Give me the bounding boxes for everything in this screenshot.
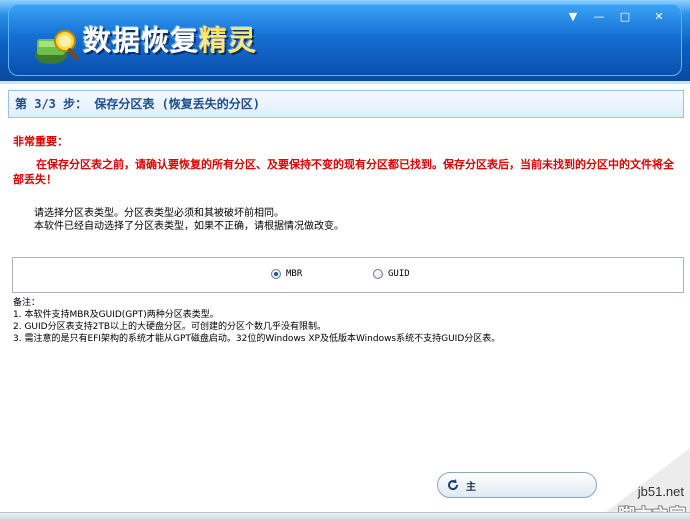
status-bar [0, 512, 690, 521]
instruction-line: 请选择分区表类型。分区表类型必须和其被破坏前相同。 [34, 208, 284, 219]
minimize-button[interactable]: — [588, 8, 610, 24]
radio-mbr-label: MBR [286, 269, 303, 279]
menu-dropdown-button[interactable]: ▼ [562, 8, 584, 24]
app-window: 数据恢复精灵 数据恢复精灵 ▼ — □ ✕ 第 3/3 步： 保存分区表 (恢复… [0, 0, 690, 521]
important-title: 非常重要： [13, 135, 68, 148]
partition-type-panel: MBR GUID [12, 257, 684, 293]
app-title-reflection-accent: 精灵 [199, 33, 258, 49]
important-warning: 在保存分区表之前，请确认要恢复的所有分区、及要保持不变的现有分区都已找到。保存分… [13, 158, 674, 186]
note-item: 2. GUID分区表支持2TB以上的大硬盘分区。可创建的分区个数几乎没有限制。 [13, 322, 326, 332]
app-title-reflection-main: 数据恢复 [83, 33, 200, 49]
app-title-reflection: 数据恢复精灵 [83, 33, 257, 51]
title-bar: 数据恢复精灵 数据恢复精灵 ▼ — □ ✕ [0, 0, 690, 84]
site-watermark: jb51.net 脚本之家 [580, 440, 690, 521]
chevron-down-icon: ▼ [568, 9, 578, 23]
note-item: 3. 需注意的是只有EFI架构的系统才能从GPT磁盘启动。32位的Windows… [13, 334, 501, 344]
radio-selected-icon[interactable] [271, 269, 281, 279]
notes: 备注： 1. 本软件支持MBR及GUID(GPT)两种分区表类型。 2. GUI… [13, 297, 500, 345]
maximize-icon: □ [619, 9, 631, 23]
radio-mbr[interactable]: MBR [271, 269, 302, 279]
note-item: 1. 本软件支持MBR及GUID(GPT)两种分区表类型。 [13, 310, 219, 320]
maximize-button[interactable]: □ [614, 8, 636, 24]
back-arrow-icon [448, 479, 459, 491]
notes-title: 备注： [13, 298, 41, 308]
app-logo-icon [35, 30, 79, 64]
main-button-label: 主 [466, 481, 476, 493]
close-button[interactable]: ✕ [648, 8, 670, 24]
instruction-line: 本软件已经自动选择了分区表类型，如果不正确，请根据情况做改变。 [34, 221, 344, 232]
instructions: 请选择分区表类型。分区表类型必须和其被破坏前相同。 本软件已经自动选择了分区表类… [34, 207, 344, 233]
radio-unselected-icon[interactable] [373, 269, 383, 279]
radio-guid[interactable]: GUID [373, 269, 410, 279]
radio-guid-label: GUID [388, 269, 410, 279]
main-button[interactable]: 主 [437, 472, 597, 498]
watermark-url: jb51.net [637, 484, 684, 499]
step-heading: 第 3/3 步： 保存分区表 (恢复丢失的分区) [8, 90, 684, 118]
close-icon: ✕ [654, 9, 664, 23]
minimize-icon: — [593, 9, 605, 23]
